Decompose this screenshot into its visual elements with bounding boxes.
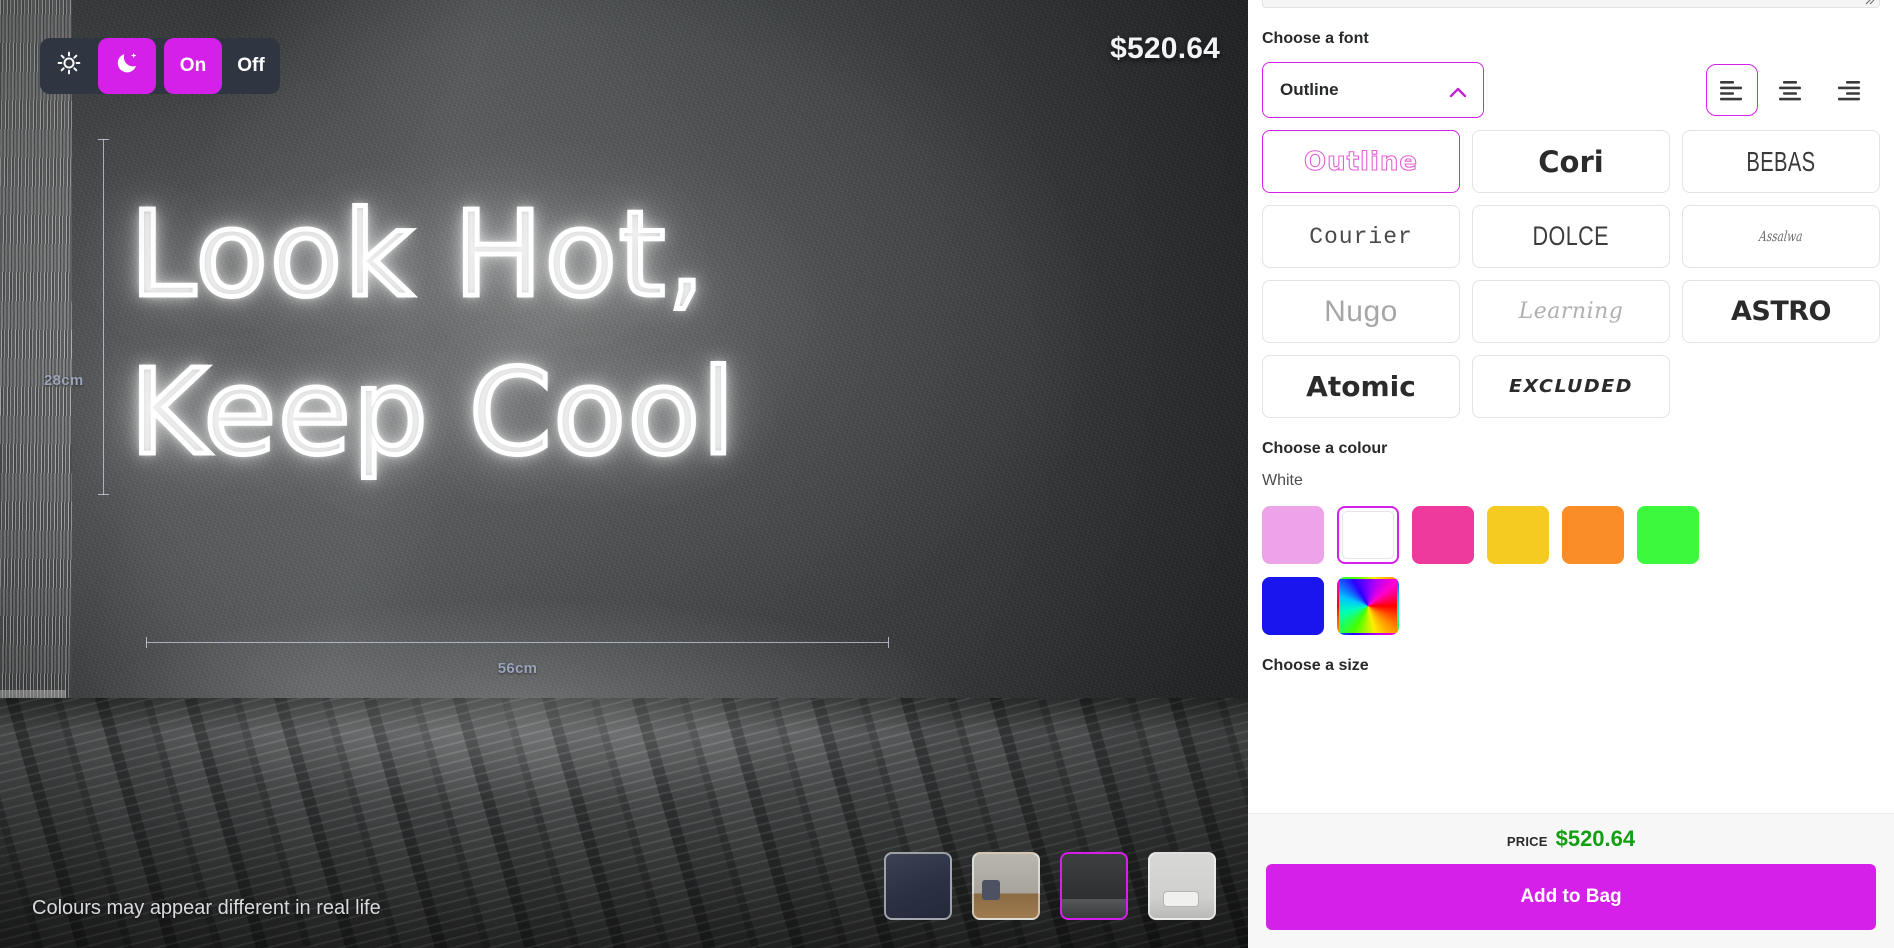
power-off-button[interactable]: Off bbox=[222, 38, 280, 94]
font-select-dropdown[interactable]: Outline bbox=[1262, 62, 1484, 118]
colour-swatch-hot-pink[interactable] bbox=[1412, 506, 1474, 564]
font-card-label: Cori bbox=[1538, 145, 1603, 179]
font-card-nugo[interactable]: Nugo bbox=[1262, 280, 1460, 343]
font-card-courier[interactable]: Courier bbox=[1262, 205, 1460, 268]
daylight-mode-button[interactable] bbox=[40, 38, 98, 94]
footer-price: PRICE $520.64 bbox=[1507, 826, 1635, 852]
colour-disclaimer: Colours may appear different in real lif… bbox=[32, 897, 381, 920]
colour-swatch-white[interactable] bbox=[1337, 506, 1399, 564]
align-right-button[interactable] bbox=[1822, 64, 1874, 116]
font-card-label: Assalwa bbox=[1759, 229, 1804, 245]
font-card-label: Nugo bbox=[1324, 295, 1398, 329]
font-card-label: ASTRO bbox=[1731, 296, 1831, 327]
size-section-label: Choose a size bbox=[1262, 657, 1880, 675]
background-thumbnail-chair-room[interactable] bbox=[972, 852, 1040, 920]
font-card-assalwa[interactable]: Assalwa bbox=[1682, 205, 1880, 268]
sign-text-input[interactable] bbox=[1262, 0, 1880, 8]
colour-swatch-yellow[interactable] bbox=[1487, 506, 1549, 564]
customiser-panel: Choose a font Outline bbox=[1248, 0, 1894, 948]
font-card-excluded[interactable]: EXCLUDED bbox=[1472, 355, 1670, 418]
colour-swatch-multi[interactable] bbox=[1337, 577, 1399, 635]
background-thumbnails bbox=[884, 852, 1216, 920]
resize-grip-icon[interactable] bbox=[1863, 0, 1875, 4]
text-alignment-group bbox=[1706, 64, 1874, 116]
moon-icon bbox=[114, 50, 140, 82]
chevron-up-icon bbox=[1449, 85, 1466, 96]
font-card-cori[interactable]: Cori bbox=[1472, 130, 1670, 193]
toolbar-separator bbox=[156, 38, 164, 94]
colour-swatch-pink[interactable] bbox=[1262, 506, 1324, 564]
colour-swatch-grid bbox=[1262, 506, 1742, 635]
panel-scroll-area[interactable]: Choose a font Outline bbox=[1248, 0, 1894, 813]
preview-toolbar: On Off bbox=[40, 38, 280, 94]
font-select-value: Outline bbox=[1280, 80, 1339, 100]
selected-colour-name: White bbox=[1262, 472, 1880, 490]
font-card-label: BEBAS bbox=[1746, 146, 1815, 178]
font-card-label: Outline bbox=[1304, 147, 1418, 177]
font-card-label: Learning bbox=[1519, 299, 1624, 324]
font-card-astro[interactable]: ASTRO bbox=[1682, 280, 1880, 343]
background-thumbnail-dark-blue-wall[interactable] bbox=[884, 852, 952, 920]
price-value: $520.64 bbox=[1556, 826, 1636, 852]
height-dimension-label: 28cm bbox=[44, 372, 84, 389]
font-grid: Outline Cori BEBAS Courier DOLCE Assalwa… bbox=[1262, 130, 1880, 418]
font-card-label: Courier bbox=[1309, 224, 1413, 250]
width-dimension-line bbox=[146, 642, 889, 643]
panel-footer: PRICE $520.64 Add to Bag bbox=[1248, 813, 1894, 948]
font-card-outline[interactable]: Outline bbox=[1262, 130, 1460, 193]
font-card-label: EXCLUDED bbox=[1509, 376, 1633, 397]
font-controls-row: Outline bbox=[1262, 62, 1880, 118]
align-center-button[interactable] bbox=[1764, 64, 1816, 116]
colour-swatch-green[interactable] bbox=[1637, 506, 1699, 564]
add-to-bag-button[interactable]: Add to Bag bbox=[1266, 864, 1876, 930]
height-dimension-line bbox=[103, 139, 104, 495]
colour-section-label: Choose a colour bbox=[1262, 440, 1880, 458]
font-card-learning[interactable]: Learning bbox=[1472, 280, 1670, 343]
font-section-label: Choose a font bbox=[1262, 30, 1880, 48]
font-card-atomic[interactable]: Atomic bbox=[1262, 355, 1460, 418]
colour-swatch-blue[interactable] bbox=[1262, 577, 1324, 635]
sun-icon bbox=[56, 50, 82, 82]
font-card-dolce[interactable]: DOLCE bbox=[1472, 205, 1670, 268]
align-left-button[interactable] bbox=[1706, 64, 1758, 116]
sign-preview-canvas[interactable]: Look Hot, Keep Cool 28cm 56cm bbox=[0, 0, 1248, 948]
font-card-label: Atomic bbox=[1306, 370, 1416, 403]
background-thumbnail-concrete-wall[interactable] bbox=[1060, 852, 1128, 920]
width-dimension-label: 56cm bbox=[0, 660, 1035, 677]
neon-customiser-app: Look Hot, Keep Cool 28cm 56cm bbox=[0, 0, 1894, 948]
background-thumbnail-living-room[interactable] bbox=[1148, 852, 1216, 920]
price-kicker-label: PRICE bbox=[1507, 834, 1548, 849]
power-on-button[interactable]: On bbox=[164, 38, 222, 94]
preview-price: $520.64 bbox=[1110, 32, 1220, 66]
font-card-label: DOLCE bbox=[1533, 221, 1609, 252]
colour-swatch-orange[interactable] bbox=[1562, 506, 1624, 564]
font-card-bebas[interactable]: BEBAS bbox=[1682, 130, 1880, 193]
night-mode-button[interactable] bbox=[98, 38, 156, 94]
